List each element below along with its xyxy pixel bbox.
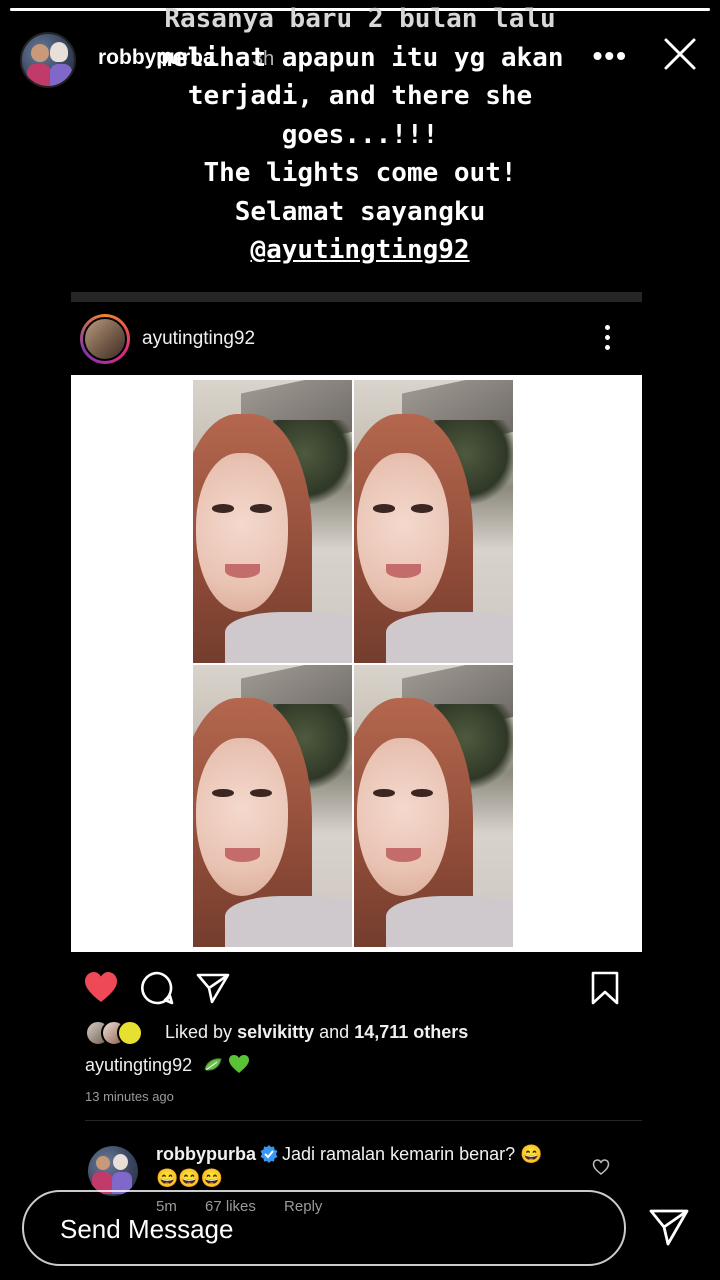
- caption-line: goes...!!!: [281, 119, 439, 150]
- photo-collage: [193, 380, 513, 947]
- comment-text-emojis: 😄😄😄: [156, 1168, 224, 1188]
- post-header: ayutingting92: [71, 302, 642, 375]
- selfie-photo: [354, 380, 513, 663]
- caption-line: The lights come out!: [203, 158, 517, 188]
- post-timestamp: 13 minutes ago: [85, 1089, 174, 1104]
- leaf-emoji-icon: [204, 1058, 222, 1071]
- comment-username[interactable]: robbypurba: [156, 1144, 256, 1164]
- caption-mention-link[interactable]: @ayutingting92: [0, 231, 720, 270]
- send-icon[interactable]: [648, 1206, 690, 1248]
- bookmark-icon[interactable]: [587, 970, 623, 1006]
- post-avatar[interactable]: [80, 314, 130, 364]
- likes-count[interactable]: 14,711 others: [354, 1022, 468, 1042]
- comment-icon[interactable]: [139, 970, 175, 1006]
- likes-text: Liked by selvikitty and 14,711 others: [165, 1022, 469, 1042]
- more-options-icon[interactable]: •••: [593, 40, 628, 72]
- selfie-photo: [354, 664, 513, 947]
- caption-username[interactable]: ayutingting92: [85, 1055, 192, 1075]
- story-avatar[interactable]: [20, 32, 76, 88]
- heart-icon[interactable]: [83, 970, 119, 1006]
- close-icon[interactable]: [660, 34, 700, 74]
- comment-text: Jadi ramalan kemarin benar? 😄: [282, 1144, 543, 1164]
- comment-like-heart-icon[interactable]: [592, 1158, 610, 1176]
- story-timestamp: 3h: [252, 48, 275, 70]
- liker-username[interactable]: selvikitty: [237, 1022, 314, 1042]
- selfie-photo: [193, 664, 352, 947]
- green-heart-emoji-icon: [229, 1055, 250, 1073]
- send-message-placeholder: Send Message: [60, 1214, 234, 1244]
- comment-body: robbypurba Jadi ramalan kemarin benar? 😄…: [156, 1142, 576, 1190]
- story-header: robbypurba 3h •••: [20, 30, 700, 90]
- post-divider: [85, 1120, 642, 1121]
- post-more-options-icon[interactable]: [598, 322, 616, 356]
- post-username[interactable]: ayutingting92: [142, 328, 255, 350]
- verified-badge-icon: [260, 1145, 278, 1163]
- shared-post[interactable]: ayutingting92 Liked by selvikitty and 14…: [71, 292, 642, 1215]
- post-caption: ayutingting92: [85, 1054, 250, 1076]
- post-image[interactable]: [71, 375, 642, 952]
- post-actions: [71, 952, 642, 1016]
- caption-line: Selamat sayangku: [234, 196, 486, 227]
- send-message-input[interactable]: Send Message: [22, 1190, 626, 1266]
- story-username[interactable]: robbypurba: [98, 46, 215, 70]
- selfie-photo: [193, 380, 352, 663]
- liker-avatars: [85, 1020, 155, 1046]
- post-top-divider: [71, 292, 642, 302]
- comment-avatar[interactable]: [88, 1146, 138, 1196]
- share-icon[interactable]: [195, 970, 231, 1006]
